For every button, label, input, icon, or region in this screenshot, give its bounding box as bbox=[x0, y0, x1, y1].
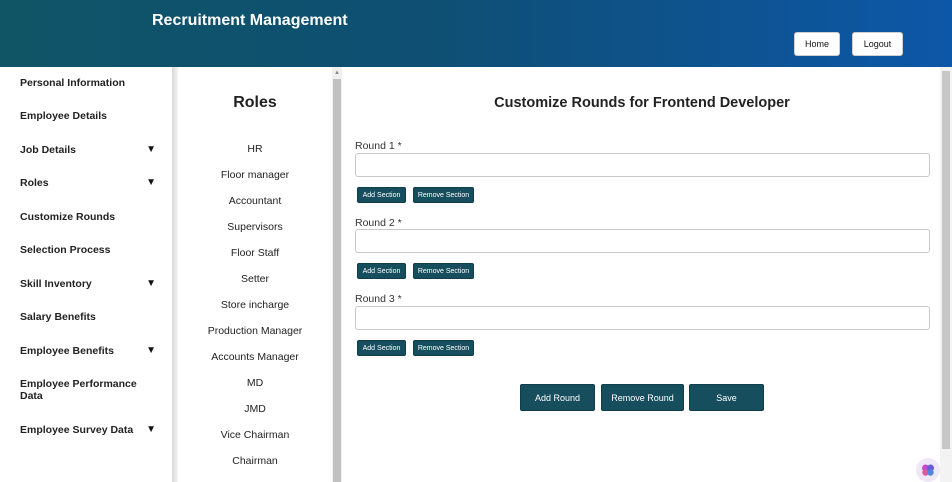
sidebar-item-label: Skill Inventory bbox=[20, 278, 92, 290]
role-item[interactable]: JMD bbox=[178, 403, 332, 415]
sidebar-item-selection-process[interactable]: Selection Process bbox=[20, 244, 160, 256]
sidebar-item-label: Job Details bbox=[20, 144, 77, 156]
sidebar-item-employee-details[interactable]: Employee Details bbox=[20, 110, 160, 122]
sidebar-item-employee-survey-data[interactable]: Employee Survey Data ▼ bbox=[20, 424, 160, 436]
brain-icon bbox=[922, 464, 934, 476]
round-2-label: Round 2 * bbox=[355, 217, 402, 229]
sidebar-item-roles[interactable]: Roles ▼ bbox=[20, 177, 160, 189]
remove-round-button[interactable]: Remove Round bbox=[601, 384, 684, 411]
sidebar-item-employee-performance-data[interactable]: Employee Performance Data bbox=[20, 378, 138, 402]
sidebar-item-job-details[interactable]: Job Details ▼ bbox=[20, 144, 160, 156]
role-item[interactable]: Floor manager bbox=[178, 169, 332, 181]
home-button[interactable]: Home bbox=[794, 32, 840, 56]
sidebar-item-customize-rounds[interactable]: Customize Rounds bbox=[20, 211, 160, 223]
remove-section-button[interactable]: Remove Section bbox=[413, 187, 474, 203]
role-item[interactable]: Production Manager bbox=[178, 325, 332, 337]
sidebar-item-label: Roles bbox=[20, 177, 49, 189]
add-section-button[interactable]: Add Section bbox=[357, 187, 406, 203]
role-item[interactable]: Accountant bbox=[178, 195, 332, 207]
round-1-input[interactable] bbox=[355, 153, 930, 177]
round-1-label: Round 1 * bbox=[355, 140, 402, 152]
chevron-down-icon[interactable]: ▼ bbox=[146, 144, 156, 156]
role-item[interactable]: Accounts Manager bbox=[178, 351, 332, 363]
role-item[interactable]: Store incharge bbox=[178, 299, 332, 311]
sidebar-item-label: Employee Survey Data bbox=[20, 424, 134, 436]
role-item[interactable]: Setter bbox=[178, 273, 332, 285]
add-section-button[interactable]: Add Section bbox=[357, 340, 406, 356]
scrollbar-thumb[interactable] bbox=[333, 79, 341, 482]
sidebar-item-employee-benefits[interactable]: Employee Benefits ▼ bbox=[20, 345, 160, 357]
assistant-icon[interactable] bbox=[916, 458, 940, 482]
main-content: Customize Rounds for Frontend Developer … bbox=[342, 67, 940, 482]
sidebar: Personal Information Employee Details Jo… bbox=[0, 67, 172, 482]
role-item[interactable]: MD bbox=[178, 377, 332, 389]
remove-section-button[interactable]: Remove Section bbox=[413, 263, 474, 279]
page-title: Customize Rounds for Frontend Developer bbox=[494, 95, 790, 111]
sidebar-item-label: Employee Details bbox=[20, 110, 107, 122]
sidebar-item-label: Employee Benefits bbox=[20, 345, 114, 357]
chevron-down-icon[interactable]: ▼ bbox=[146, 278, 156, 290]
sidebar-item-label: Personal Information bbox=[20, 77, 126, 89]
app-title: Recruitment Management bbox=[152, 12, 348, 29]
add-round-button[interactable]: Add Round bbox=[520, 384, 595, 411]
page-scrollbar[interactable] bbox=[940, 67, 952, 482]
roles-panel: Roles HR Floor manager Accountant Superv… bbox=[178, 67, 332, 482]
sidebar-item-salary-benefits[interactable]: Salary Benefits bbox=[20, 311, 160, 323]
roles-title: Roles bbox=[233, 94, 277, 111]
round-3-label: Round 3 * bbox=[355, 293, 402, 305]
role-item[interactable]: Floor Staff bbox=[178, 247, 332, 259]
sidebar-item-skill-inventory[interactable]: Skill Inventory ▼ bbox=[20, 278, 160, 290]
sidebar-item-label: Customize Rounds bbox=[20, 211, 116, 223]
round-2-input[interactable] bbox=[355, 229, 930, 253]
sidebar-item-label: Selection Process bbox=[20, 244, 111, 256]
role-item[interactable]: Vice Chairman bbox=[178, 429, 332, 441]
scroll-up-icon[interactable]: ▲ bbox=[332, 69, 342, 77]
remove-section-button[interactable]: Remove Section bbox=[413, 340, 474, 356]
sidebar-item-label: Salary Benefits bbox=[20, 311, 96, 323]
role-item[interactable]: Chairman bbox=[178, 455, 332, 467]
logout-button[interactable]: Logout bbox=[852, 32, 903, 56]
chevron-down-icon[interactable]: ▼ bbox=[146, 345, 156, 357]
add-section-button[interactable]: Add Section bbox=[357, 263, 406, 279]
sidebar-item-personal-information[interactable]: Personal Information bbox=[20, 77, 160, 89]
role-item[interactable]: Supervisors bbox=[178, 221, 332, 233]
scrollbar-thumb[interactable] bbox=[942, 71, 950, 449]
roles-scrollbar[interactable]: ▲ bbox=[332, 67, 342, 482]
save-button[interactable]: Save bbox=[689, 384, 764, 411]
app-header: Recruitment Management Home Logout bbox=[0, 0, 952, 67]
chevron-down-icon[interactable]: ▼ bbox=[146, 177, 156, 189]
chevron-down-icon[interactable]: ▼ bbox=[146, 424, 156, 436]
round-3-input[interactable] bbox=[355, 306, 930, 330]
role-item[interactable]: HR bbox=[178, 143, 332, 155]
sidebar-item-label: Employee Performance Data bbox=[20, 378, 137, 402]
